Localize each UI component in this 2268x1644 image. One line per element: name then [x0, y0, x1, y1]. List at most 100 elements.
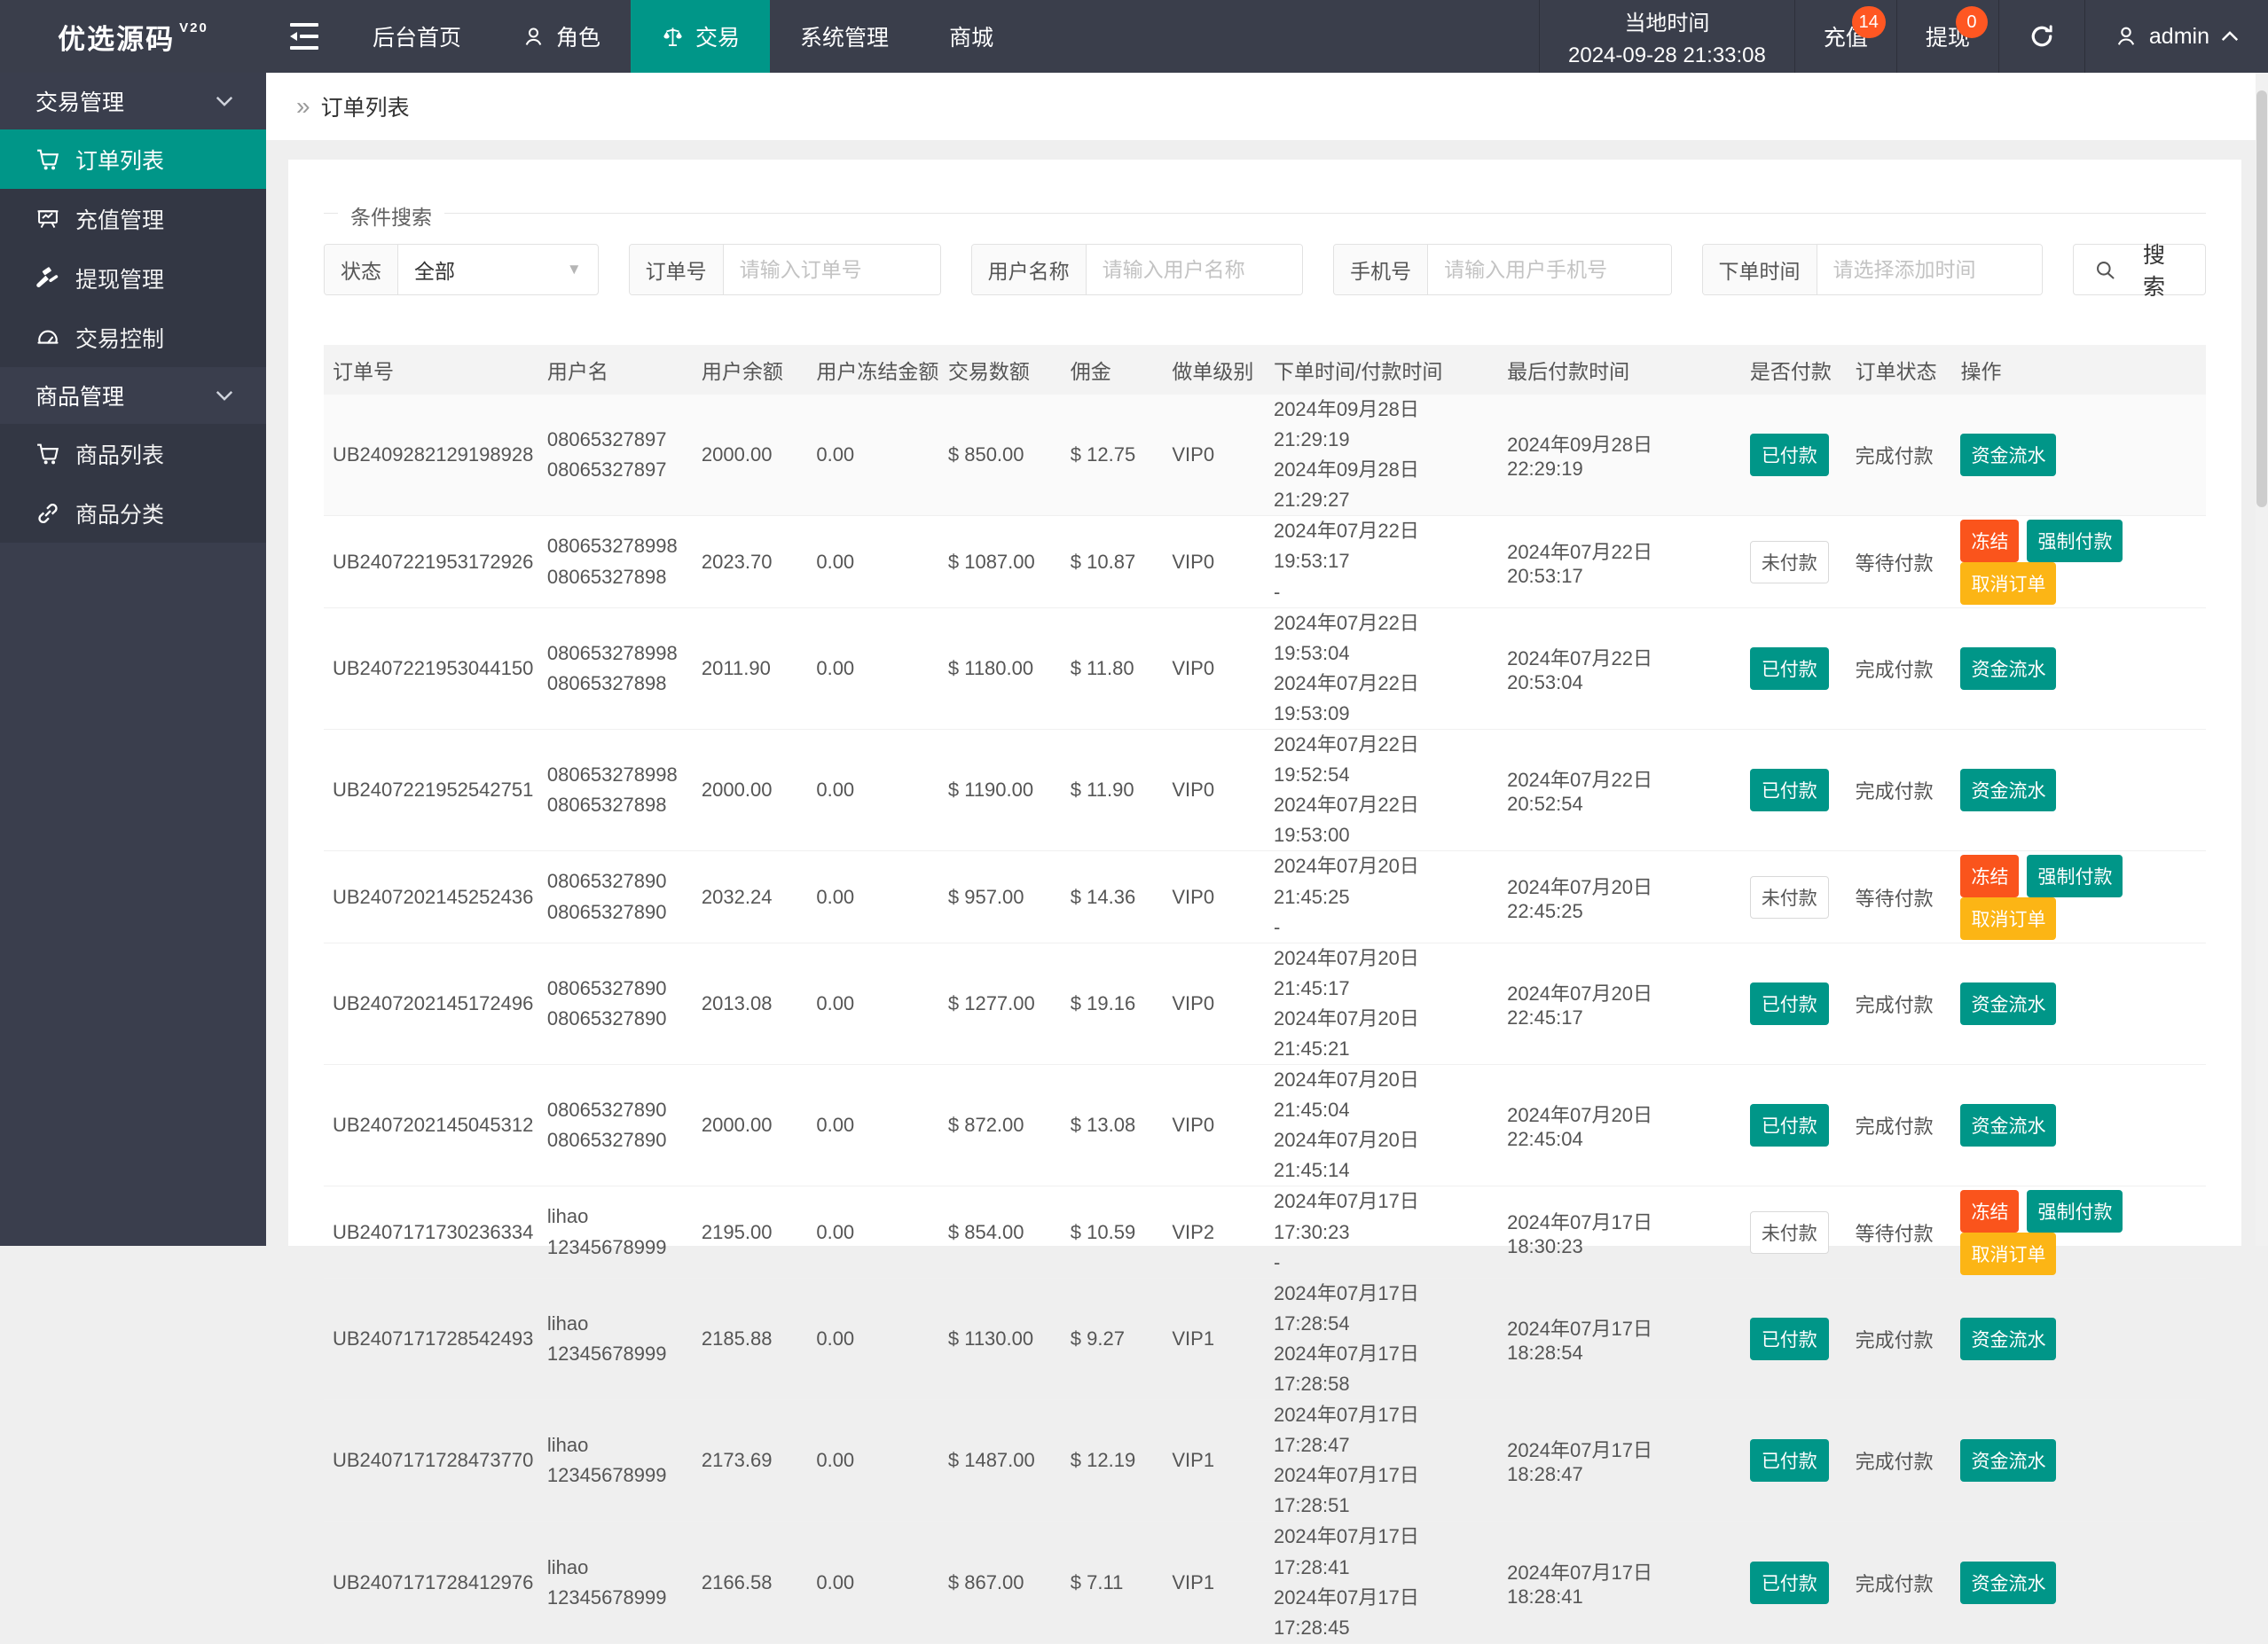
order-no-cell: UB2407171730236334	[324, 1186, 538, 1279]
nav-tab-5[interactable]: 商城	[919, 0, 1024, 73]
order-time-input[interactable]	[1817, 245, 2042, 294]
frozen-cell: 0.00	[807, 943, 939, 1066]
order-no: UB2407221952542751	[333, 779, 534, 802]
withdraw-menu[interactable]: 提现 0	[1895, 0, 1998, 73]
table-row: UB2407202145172496 08065327890 08065327890…	[324, 943, 2206, 1066]
vip-cell: VIP0	[1163, 395, 1265, 517]
order-status: 完成付款	[1855, 1328, 1934, 1351]
amount-cell: $ 867.00	[938, 1521, 1062, 1644]
order-status: 完成付款	[1855, 1451, 1934, 1474]
fund-flow-button[interactable]: 资金流水	[1960, 1104, 2057, 1147]
balance-cell: 2000.00	[692, 395, 808, 517]
app-logo-version: V20	[179, 20, 208, 35]
user-cell: 080653278998 08065327898	[538, 607, 693, 731]
freeze-button[interactable]: 冻结	[1960, 854, 2020, 897]
vip-level: VIP0	[1172, 550, 1215, 573]
nav-tab-label: 商城	[949, 26, 994, 51]
order-no-cell: UB2407171728542493	[324, 1278, 538, 1401]
scale-icon	[661, 25, 685, 49]
vip-cell: VIP1	[1163, 1399, 1265, 1523]
actions-cell: 资金流水	[1951, 1278, 2206, 1401]
fund-flow-button[interactable]: 资金流水	[1960, 1439, 2057, 1483]
order-time: 2024年07月17日 17:28:54	[1273, 1281, 1419, 1335]
fund-flow-button[interactable]: 资金流水	[1960, 982, 2057, 1025]
table-row: UB2407171728412976 lihao 12345678999 2166.5…	[324, 1521, 2206, 1644]
nav-tab-1[interactable]: 后台首页	[342, 0, 491, 73]
recharge-menu[interactable]: 充值 14	[1793, 0, 1896, 73]
user-menu[interactable]: admin	[2084, 0, 2268, 73]
cancel-order-button[interactable]: 取消订单	[1960, 561, 2057, 605]
balance-cell: 2023.70	[692, 515, 808, 608]
force-pay-button[interactable]: 强制付款	[2027, 519, 2123, 562]
app-logo: 优选源码 V20	[0, 0, 266, 73]
menu-collapse-button[interactable]	[266, 0, 342, 73]
sidebar-group-1[interactable]: 交易管理	[0, 73, 266, 129]
order-no-cell: UB2407171728412976	[324, 1521, 538, 1644]
search-button[interactable]: 搜 索	[2072, 243, 2207, 300]
paid-cell: 未付款	[1740, 1186, 1847, 1279]
order-status-cell: 完成付款	[1846, 1399, 1952, 1523]
sidebar-item-3[interactable]: 充值管理	[0, 189, 266, 248]
last-pay-cell: 2024年07月17日 18:28:47	[1498, 1399, 1741, 1523]
order-no-label: 订单号	[629, 245, 724, 294]
sidebar-item-label: 订单列表	[75, 148, 165, 174]
cancel-order-button[interactable]: 取消订单	[1960, 1232, 2057, 1275]
paid-status-badge: 已付款	[1749, 434, 1829, 477]
freeze-button[interactable]: 冻结	[1960, 519, 2020, 562]
amount-cell: $ 1277.00	[938, 943, 1062, 1066]
nav-tab-2[interactable]: 角色	[491, 0, 631, 73]
sidebar-group-6[interactable]: 商品管理	[0, 367, 266, 424]
last-pay-cell: 2024年07月17日 18:28:41	[1498, 1521, 1741, 1644]
force-pay-button[interactable]: 强制付款	[2027, 854, 2123, 897]
column-header: 用户冻结金额	[807, 345, 939, 395]
last-pay-time: 2024年07月17日 18:28:41	[1507, 1561, 1652, 1608]
commission: $ 11.90	[1070, 779, 1134, 802]
order-status: 等待付款	[1855, 1222, 1934, 1245]
balance: 2032.24	[701, 885, 773, 908]
sidebar-item-8[interactable]: 商品分类	[0, 483, 266, 543]
paid-cell: 未付款	[1740, 850, 1847, 943]
user-name-input[interactable]	[1086, 245, 1303, 294]
fund-flow-button[interactable]: 资金流水	[1960, 1561, 2057, 1604]
order-time-cell: 2024年07月20日 21:45:04 2024年07月20日 21:45:14	[1264, 1064, 1499, 1187]
last-pay-cell: 2024年07月22日 20:52:54	[1498, 729, 1741, 852]
nav-tab-3[interactable]: 交易	[631, 0, 771, 73]
sidebar-item-7[interactable]: 商品列表	[0, 424, 266, 483]
refresh-button[interactable]	[1997, 0, 2084, 73]
fund-flow-button[interactable]: 资金流水	[1960, 646, 2057, 690]
trade-amount: $ 1277.00	[947, 991, 1035, 1014]
status-select[interactable]: 全部 ▼	[398, 245, 598, 294]
frozen-amount: 0.00	[816, 1114, 855, 1137]
phone-input[interactable]	[1428, 245, 1671, 294]
status-select-value: 全部	[414, 260, 455, 283]
vip-cell: VIP0	[1163, 850, 1265, 943]
fund-flow-button[interactable]: 资金流水	[1960, 1317, 2057, 1360]
sidebar-item-4[interactable]: 提现管理	[0, 248, 266, 308]
fund-flow-button[interactable]: 资金流水	[1960, 434, 2057, 477]
sidebar-item-5[interactable]: 交易控制	[0, 308, 266, 367]
vip-cell: VIP2	[1163, 1186, 1265, 1279]
person-icon	[522, 25, 545, 49]
order-time-cell: 2024年07月17日 17:28:41 2024年07月17日 17:28:45	[1264, 1521, 1499, 1644]
table-row: UB2407221953172926 080653278998 0806532789…	[324, 515, 2206, 608]
scrollbar-thumb[interactable]	[2256, 90, 2267, 507]
order-no-input[interactable]	[723, 245, 940, 294]
balance: 2166.58	[701, 1570, 773, 1593]
sidebar-item-2[interactable]: 订单列表	[0, 129, 266, 189]
order-status: 完成付款	[1855, 1116, 1934, 1139]
balance-cell: 2013.08	[692, 943, 808, 1066]
sidebar-group-label: 交易管理	[35, 90, 125, 115]
vertical-scrollbar[interactable]	[2256, 73, 2268, 1246]
commission: $ 10.87	[1070, 550, 1136, 573]
force-pay-button[interactable]: 强制付款	[2027, 1189, 2123, 1233]
nav-tab-4[interactable]: 系统管理	[770, 0, 919, 73]
order-no-filter: 订单号	[628, 244, 941, 295]
commission-cell: $ 10.59	[1061, 1186, 1164, 1279]
fund-flow-button[interactable]: 资金流水	[1960, 769, 2057, 812]
freeze-button[interactable]: 冻结	[1960, 1189, 2020, 1233]
last-pay-cell: 2024年07月17日 18:30:23	[1498, 1186, 1741, 1279]
trade-amount: $ 872.00	[947, 1114, 1024, 1137]
user-phone: 12345678999	[546, 1235, 667, 1258]
last-pay-time: 2024年07月22日 20:53:04	[1507, 646, 1652, 693]
cancel-order-button[interactable]: 取消订单	[1960, 896, 2057, 940]
